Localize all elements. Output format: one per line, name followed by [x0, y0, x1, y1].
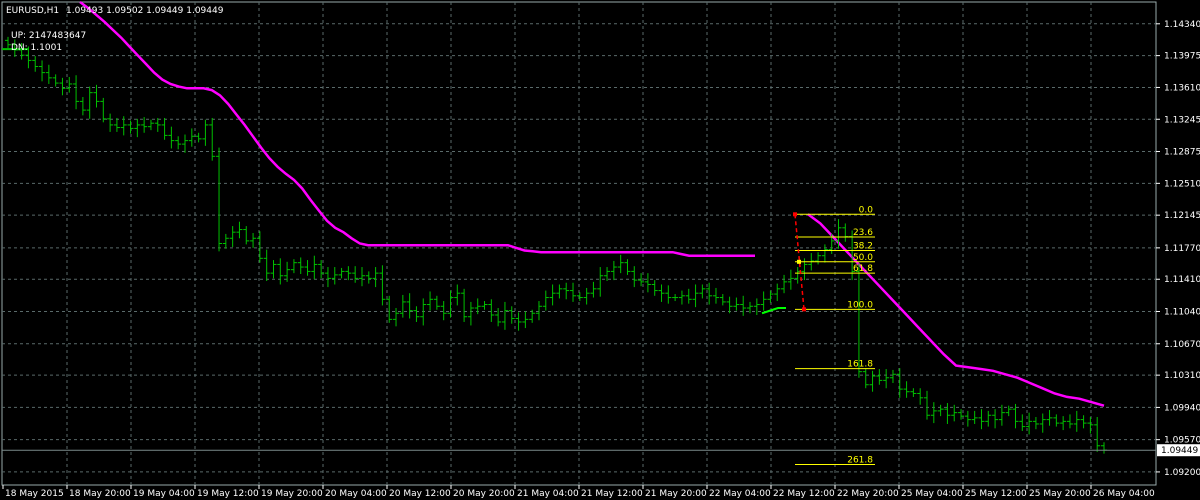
fib-level-label: 23.6: [853, 228, 873, 238]
y-tick-label: 1.09570: [1164, 436, 1200, 446]
x-tick-label: 22 May 04:00: [709, 489, 771, 499]
fib-level-label: 50.0: [853, 253, 873, 263]
y-tick-label: 1.14340: [1164, 20, 1200, 30]
ohlc-readout: 1.09493 1.09502 1.09449 1.09449: [66, 6, 224, 16]
x-tick-label: 19 May 12:00: [197, 489, 259, 499]
y-tick-label: 1.12510: [1164, 179, 1200, 189]
y-tick-label: 1.10670: [1164, 340, 1200, 350]
fib-level-label: 100.0: [847, 300, 873, 310]
fib-handle-bottom: [802, 307, 806, 312]
x-tick-label: 25 May 04:00: [901, 489, 963, 499]
symbol-label: EURUSD,H1: [6, 6, 59, 16]
x-tick-label: 21 May 04:00: [517, 489, 579, 499]
up-indicator-label: UP: 2147483647: [11, 31, 86, 41]
price-axis[interactable]: 1.14340 1.13975 1.13610 1.13245 1.12875 1.125…: [1156, 20, 1200, 478]
fib-level-label: 61.8: [853, 264, 873, 274]
y-tick-label: 1.13610: [1164, 83, 1200, 93]
y-tick-label: 1.09940: [1164, 403, 1200, 413]
y-tick-label: 1.11040: [1164, 308, 1200, 318]
x-tick-label: 25 May 20:00: [1029, 489, 1091, 499]
y-tick-label: 1.12145: [1164, 211, 1200, 221]
fib-level-label: 161.8: [847, 360, 873, 370]
x-tick-label: 18 May 20:00: [69, 489, 131, 499]
y-tick-label: 1.09200: [1164, 468, 1200, 478]
y-tick-label: 1.13245: [1164, 115, 1200, 125]
x-tick-label: 25 May 12:00: [965, 489, 1027, 499]
y-tick-label: 1.11410: [1164, 275, 1200, 285]
x-tick-label: 18 May 2015: [5, 489, 64, 499]
dn-indicator-label: DN: 1.1001: [11, 43, 62, 53]
x-tick-label: 22 May 12:00: [773, 489, 835, 499]
fib-handle-top: [793, 212, 797, 217]
x-tick-label: 20 May 12:00: [389, 489, 451, 499]
x-tick-label: 21 May 20:00: [645, 489, 707, 499]
fib-level-label: 261.8: [847, 456, 873, 466]
x-tick-label: 21 May 12:00: [581, 489, 643, 499]
y-tick-label: 1.12875: [1164, 148, 1200, 158]
x-tick-label: 22 May 20:00: [837, 489, 899, 499]
time-axis[interactable]: 18 May 2015 18 May 20:00 19 May 04:00 19 Ma…: [2, 485, 1155, 499]
y-tick-label: 1.13975: [1164, 52, 1200, 62]
current-price-label: 1.09449: [1161, 446, 1198, 456]
fib-handle-mid: [797, 259, 801, 264]
x-tick-label: 26 May 04:00: [1093, 489, 1155, 499]
x-tick-label: 19 May 04:00: [133, 489, 195, 499]
fib-level-label: 0.0: [859, 205, 874, 215]
x-tick-label: 20 May 20:00: [453, 489, 515, 499]
x-tick-label: 19 May 20:00: [261, 489, 323, 499]
y-tick-label: 1.11770: [1164, 244, 1200, 254]
y-tick-label: 1.10310: [1164, 371, 1200, 381]
price-chart[interactable]: 0.0 23.6 38.2 50.061.8 100.0 161.8 261.8 1.143…: [0, 0, 1200, 500]
fib-level-label: 38.2: [853, 241, 873, 251]
x-tick-label: 20 May 04:00: [325, 489, 387, 499]
